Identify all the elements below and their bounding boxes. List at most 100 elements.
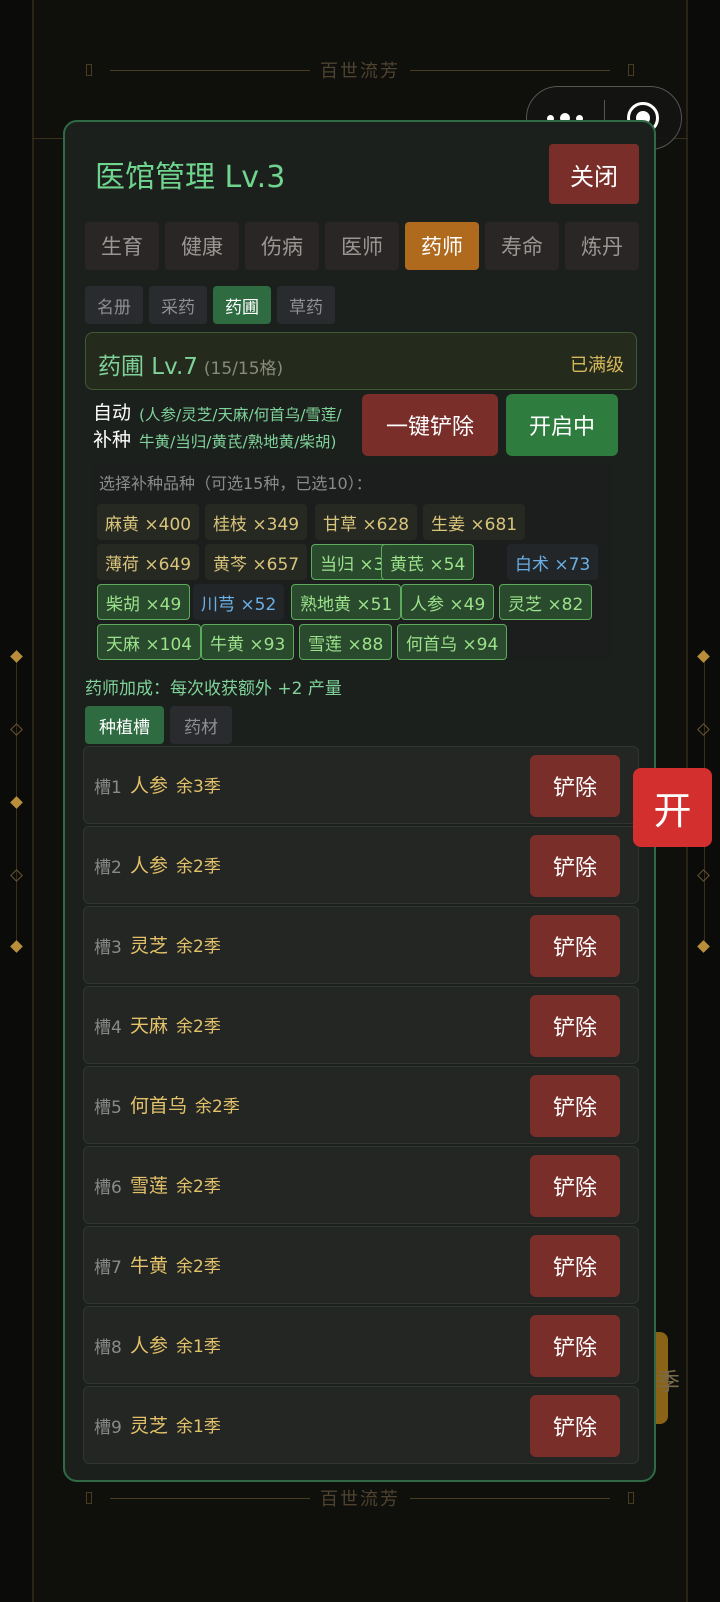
diamond-icon <box>697 869 710 882</box>
slot-herb: 雪莲 <box>130 1175 169 1197</box>
background-season-text: 季 <box>656 1368 680 1396</box>
slot-remaining: 余2季 <box>176 857 221 877</box>
tab-materials[interactable]: 药材 <box>170 706 232 744</box>
diamond-icon <box>697 723 710 736</box>
tab-alchemy[interactable]: 炼丹 <box>565 222 639 270</box>
herb-chip[interactable]: 天麻 ×104 <box>97 624 202 660</box>
herb-chip[interactable]: 麻黄 ×400 <box>97 504 200 540</box>
tab-birth[interactable]: 生育 <box>85 222 159 270</box>
slot-herb: 人参 <box>130 775 169 797</box>
remove-slot-button[interactable]: 铲除 <box>530 835 620 897</box>
seed-selection-box: 选择补种品种（可选15种，已选10）： 麻黄 ×400 桂枝 ×349 甘草 ×62… <box>93 464 613 660</box>
herb-chip[interactable]: 生姜 ×681 <box>423 504 526 540</box>
auto-replant-row: 自动 补种 (人参/灵芝/天麻/何首乌/雪莲/ 牛黄/当归/黄芪/熟地黄/柴胡) <box>93 400 342 454</box>
main-tabs: 生育 健康 伤病 医师 药师 寿命 炼丹 <box>85 222 639 270</box>
tab-injury[interactable]: 伤病 <box>245 222 319 270</box>
auto-replant-herbs-line2: 牛黄/当归/黄芪/熟地黄/柴胡) <box>139 433 337 451</box>
auto-replant-label-1: 自动 <box>93 402 132 424</box>
panel-title: 医馆管理 Lv.3 <box>95 160 286 195</box>
background-bottom-banner: 百世流芳 <box>0 1478 720 1518</box>
herb-chip[interactable]: 川芎 ×52 <box>193 584 285 620</box>
herb-chip[interactable]: 牛黄 ×93 <box>201 624 295 660</box>
close-button[interactable]: 关闭 <box>549 144 639 204</box>
herb-chip[interactable]: 黄芪 ×54 <box>381 544 475 580</box>
slot-remaining: 余2季 <box>176 1257 221 1277</box>
herb-chip[interactable]: 桂枝 ×349 <box>205 504 308 540</box>
sub-tabs: 名册 采药 药圃 草药 <box>85 286 335 324</box>
garden-level: 药圃 Lv.7 <box>98 354 198 380</box>
slot-row: 槽9 灵芝 余1季 铲除 <box>83 1386 639 1464</box>
slot-herb: 人参 <box>130 1335 169 1357</box>
slot-row: 槽5 何首乌 余2季 铲除 <box>83 1066 639 1144</box>
diamond-icon <box>10 796 23 809</box>
slot-row: 槽4 天麻 余2季 铲除 <box>83 986 639 1064</box>
slot-herb: 灵芝 <box>130 935 169 957</box>
tab-planting-slots[interactable]: 种植槽 <box>85 706 164 744</box>
clear-all-button[interactable]: 一键铲除 <box>362 394 498 456</box>
auto-replant-toggle[interactable]: 开启中 <box>506 394 618 456</box>
slot-row: 槽1 人参 余3季 铲除 <box>83 746 639 824</box>
tab-pharmacist[interactable]: 药师 <box>405 222 479 270</box>
diamond-icon <box>697 650 710 663</box>
tab-physician[interactable]: 医师 <box>325 222 399 270</box>
seed-selection-hint: 选择补种品种（可选15种，已选10）： <box>99 474 372 493</box>
slot-remaining: 余2季 <box>176 1177 221 1197</box>
slot-remaining: 余1季 <box>176 1417 221 1437</box>
slot-row: 槽3 灵芝 余2季 铲除 <box>83 906 639 984</box>
herb-chip[interactable]: 人参 ×49 <box>401 584 495 620</box>
herb-chip[interactable]: 白术 ×73 <box>507 544 599 580</box>
slot-row: 槽2 人参 余2季 铲除 <box>83 826 639 904</box>
diamond-icon <box>10 650 23 663</box>
slot-row: 槽7 牛黄 余2季 铲除 <box>83 1226 639 1304</box>
auto-replant-label-2: 补种 <box>93 429 132 451</box>
banner-text: 百世流芳 <box>320 1489 400 1510</box>
slot-number: 槽8 <box>94 1338 122 1358</box>
subtab-roster[interactable]: 名册 <box>85 286 143 324</box>
tab-health[interactable]: 健康 <box>165 222 239 270</box>
herb-chip[interactable]: 熟地黄 ×51 <box>291 584 402 620</box>
background-top-banner: 百世流芳 <box>0 50 720 90</box>
tab-lifespan[interactable]: 寿命 <box>485 222 559 270</box>
herb-chip[interactable]: 薄荷 ×649 <box>97 544 200 580</box>
diamond-icon <box>10 869 23 882</box>
slot-number: 槽5 <box>94 1098 122 1118</box>
remove-slot-button[interactable]: 铲除 <box>530 1315 620 1377</box>
herb-chip[interactable]: 灵芝 ×82 <box>499 584 593 620</box>
herb-chip[interactable]: 柴胡 ×49 <box>97 584 191 620</box>
max-level-badge: 已满级 <box>570 355 624 376</box>
remove-slot-button[interactable]: 铲除 <box>530 915 620 977</box>
remove-slot-button[interactable]: 铲除 <box>530 1235 620 1297</box>
pharmacist-bonus: 药师加成：每次收获额外 +2 产量 <box>85 679 342 699</box>
open-float-button[interactable]: 开 <box>633 768 712 847</box>
subtab-gather[interactable]: 采药 <box>149 286 207 324</box>
herb-chip[interactable]: 雪莲 ×88 <box>299 624 393 660</box>
slot-herb: 何首乌 <box>130 1095 188 1117</box>
remove-slot-button[interactable]: 铲除 <box>530 1395 620 1457</box>
slot-herb: 灵芝 <box>130 1415 169 1437</box>
remove-slot-button[interactable]: 铲除 <box>530 1075 620 1137</box>
list-tabs: 种植槽 药材 <box>85 706 232 744</box>
slot-herb: 牛黄 <box>130 1255 169 1277</box>
clinic-management-panel: 医馆管理 Lv.3 关闭 生育 健康 伤病 医师 药师 寿命 炼丹 名册 采药 … <box>63 120 656 1482</box>
slot-remaining: 余2季 <box>176 937 221 957</box>
diamond-icon <box>697 940 710 953</box>
herb-chip[interactable]: 甘草 ×628 <box>315 504 418 540</box>
remove-slot-button[interactable]: 铲除 <box>530 755 620 817</box>
herb-chip[interactable]: 何首乌 ×94 <box>397 624 508 660</box>
slot-number: 槽6 <box>94 1178 122 1198</box>
remove-slot-button[interactable]: 铲除 <box>530 1155 620 1217</box>
slot-remaining: 余1季 <box>176 1337 221 1357</box>
slot-number: 槽9 <box>94 1418 122 1438</box>
subtab-herbs[interactable]: 草药 <box>277 286 335 324</box>
slot-number: 槽3 <box>94 938 122 958</box>
slot-row: 槽8 人参 余1季 铲除 <box>83 1306 639 1384</box>
herb-chip[interactable]: 黄芩 ×657 <box>205 544 308 580</box>
garden-level-bar: 药圃 Lv.7 (15/15格) 已满级 <box>85 332 637 390</box>
remove-slot-button[interactable]: 铲除 <box>530 995 620 1057</box>
slot-number: 槽1 <box>94 778 122 798</box>
garden-capacity: (15/15格) <box>203 359 284 379</box>
slot-herb: 天麻 <box>130 1015 169 1037</box>
subtab-herb-garden[interactable]: 药圃 <box>213 286 271 324</box>
slot-remaining: 余3季 <box>176 777 221 797</box>
slot-number: 槽7 <box>94 1258 122 1278</box>
